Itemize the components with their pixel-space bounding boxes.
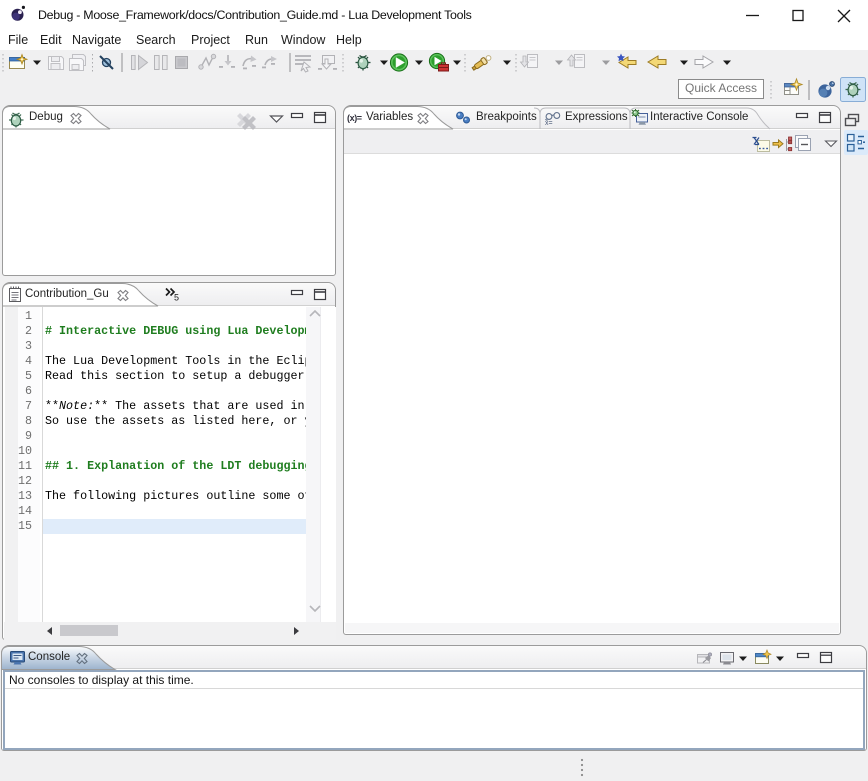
svg-text:x=: x= — [545, 120, 553, 127]
svg-text:(x)=: (x)= — [347, 113, 362, 123]
svg-text:5: 5 — [174, 293, 179, 303]
